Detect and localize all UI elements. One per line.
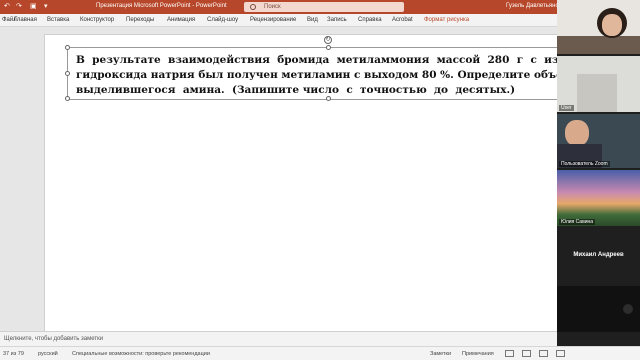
tab-slideshow[interactable]: Слайд-шоу [207, 17, 238, 23]
tab-home[interactable]: Главная [14, 17, 37, 23]
save-icon[interactable]: ▣ [30, 2, 37, 11]
tab-insert[interactable]: Вставка [47, 17, 69, 23]
editing-area: ↻ В результате взаимодействия бромида ме… [0, 28, 607, 331]
participant-tile-5[interactable]: Михаил Андреев [557, 228, 640, 284]
problem-line-2: гидроксида натрия был получен метиламин … [76, 69, 608, 81]
reading-view-icon[interactable] [539, 350, 548, 357]
status-bar: 37 из 79 русский Специальные возможности… [0, 346, 640, 360]
participant-name-2: User [559, 105, 574, 111]
notes-placeholder: Щелкните, чтобы добавить заметки [4, 336, 104, 342]
resize-handle-bottom-left[interactable] [65, 96, 70, 101]
problem-line-3: выделившегося амина. (Запишите число с т… [76, 84, 516, 96]
tab-view[interactable]: Вид [307, 17, 318, 23]
ribbon-tabs: Файл Главная Вставка Конструктор Переход… [0, 14, 640, 27]
search-placeholder: Поиск [264, 4, 281, 10]
notes-pane[interactable]: Щелкните, чтобы добавить заметки [0, 331, 557, 346]
participant-name-5: Михаил Андреев [573, 252, 624, 258]
video-participants-panel: User Пользователь Zoom Юлия Савина Михаи… [557, 0, 640, 346]
title-bar: ↶ ↷ ▣ ▾ Презентация Microsoft PowerPoint… [0, 0, 640, 14]
slideshow-view-icon[interactable] [556, 350, 565, 357]
participant-tile-1[interactable] [557, 0, 640, 54]
participant-tile-4[interactable]: Юлия Савина [557, 170, 640, 226]
tab-help[interactable]: Справка [358, 17, 382, 23]
accessibility-status[interactable]: Специальные возможности: проверьте реком… [72, 351, 210, 357]
normal-view-icon[interactable] [505, 350, 514, 357]
rotate-handle-icon[interactable]: ↻ [324, 36, 332, 44]
search-box[interactable]: Поиск [244, 2, 404, 12]
redo-icon[interactable]: ↷ [16, 2, 22, 11]
problem-text: В результате взаимодействия бромида мети… [76, 53, 636, 98]
participant-tile-6[interactable] [557, 286, 640, 332]
slide-counter: 37 из 79 [3, 351, 24, 357]
notes-toggle-button[interactable]: Заметки [430, 351, 451, 357]
powerpoint-window: ↶ ↷ ▣ ▾ Презентация Microsoft PowerPoint… [0, 0, 640, 360]
tab-transitions[interactable]: Переходы [126, 17, 154, 23]
window-title: Презентация Microsoft PowerPoint - Power… [96, 3, 227, 9]
undo-icon[interactable]: ↶ [4, 2, 10, 11]
slide-canvas[interactable]: ↻ В результате взаимодействия бромида ме… [44, 34, 607, 331]
selected-text-box[interactable]: ↻ В результате взаимодействия бромида ме… [65, 36, 607, 101]
slide-sorter-icon[interactable] [522, 350, 531, 357]
participant-name-3: Пользователь Zoom [559, 161, 610, 167]
customize-quick-access-icon[interactable]: ▾ [44, 2, 48, 11]
resize-handle-top[interactable] [326, 45, 331, 50]
participant-tile-3[interactable]: Пользователь Zoom [557, 114, 640, 168]
tab-review[interactable]: Рецензирование [250, 17, 296, 23]
tab-record[interactable]: Запись [327, 17, 347, 23]
participant-name-4: Юлия Савина [559, 219, 596, 225]
comments-toggle-button[interactable]: Примечания [462, 351, 494, 357]
resize-handle-top-left[interactable] [65, 45, 70, 50]
tab-animation[interactable]: Анимация [167, 17, 195, 23]
tab-design[interactable]: Конструктор [80, 17, 114, 23]
participant-tile-2[interactable]: User [557, 56, 640, 112]
search-icon [250, 4, 256, 10]
language-indicator[interactable]: русский [38, 351, 58, 357]
tab-picture-format[interactable]: Формат рисунка [424, 17, 469, 23]
resize-handle-left[interactable] [65, 71, 70, 76]
tab-acrobat[interactable]: Acrobat [392, 17, 413, 23]
problem-line-1: В результате взаимодействия бромида мети… [76, 54, 607, 66]
